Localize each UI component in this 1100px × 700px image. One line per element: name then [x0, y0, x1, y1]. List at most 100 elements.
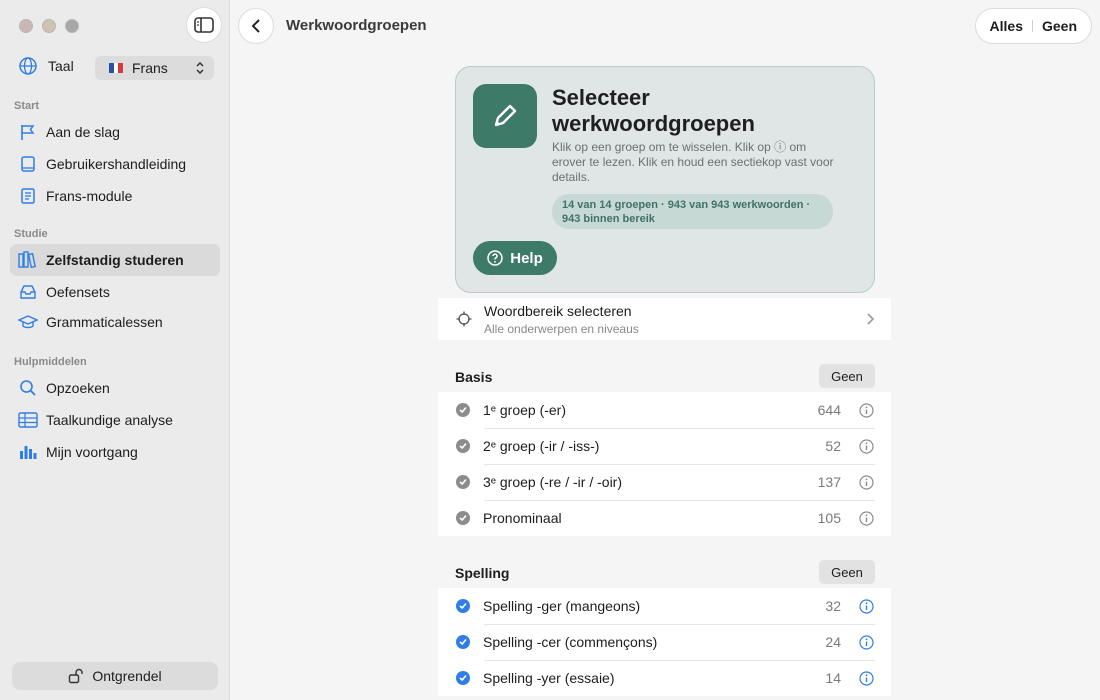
spelling-none-button[interactable]: Geen — [819, 560, 875, 584]
unlock-label: Ontgrendel — [92, 668, 162, 684]
verb-count: 32 — [825, 598, 841, 614]
group-label: 2ᵉ groep (-ir / -iss-) — [483, 438, 600, 454]
tray-icon — [18, 282, 38, 302]
intro-title: Selecteer werkwoordgroepen — [552, 85, 755, 136]
list-item[interactable]: 3ᵉ groep (-re / -ir / -oir) 137 — [438, 464, 891, 500]
document-icon — [18, 186, 38, 206]
verb-count: 14 — [825, 670, 841, 686]
sidebar-item-gebruikershandleiding[interactable]: Gebruikershandleiding — [10, 148, 220, 180]
verb-count: 24 — [825, 634, 841, 650]
language-select[interactable]: Frans — [95, 56, 214, 80]
basis-none-button[interactable]: Geen — [819, 364, 875, 388]
verb-count: 137 — [817, 474, 841, 490]
toggle-sidebar-button[interactable] — [186, 7, 222, 43]
group-label: Spelling -yer (essaie) — [483, 670, 615, 686]
globe-icon — [19, 57, 37, 75]
language-row: Taal — [18, 56, 74, 76]
zoom-window-button[interactable] — [65, 19, 79, 33]
chart-icon — [18, 442, 38, 462]
group-header-basis[interactable]: Basis — [455, 369, 492, 385]
select-all-button[interactable]: Alles — [984, 18, 1029, 34]
minimize-window-button[interactable] — [42, 19, 56, 33]
section-header-hulpmiddelen: Hulpmiddelen — [14, 356, 87, 368]
sidebar-item-taalkundige-analyse[interactable]: Taalkundige analyse — [10, 404, 220, 436]
language-value: Frans — [132, 60, 168, 76]
sidebar-item-label: Zelfstandig studeren — [46, 252, 184, 268]
verb-count: 52 — [825, 438, 841, 454]
chevron-right-icon — [867, 313, 875, 325]
select-none-button[interactable]: Geen — [1036, 18, 1083, 34]
search-icon — [18, 378, 38, 398]
sidebar-item-label: Taalkundige analyse — [46, 412, 173, 428]
list-item[interactable]: Pronominaal 105 — [438, 500, 891, 536]
list-item[interactable]: Spelling -ger (mangeons) 32 — [438, 588, 891, 624]
info-icon[interactable] — [859, 511, 874, 526]
check-circle-icon — [456, 439, 470, 453]
help-label: Help — [510, 249, 543, 267]
group-label: 3ᵉ groep (-re / -ir / -oir) — [483, 474, 623, 490]
info-icon[interactable] — [859, 671, 874, 686]
france-flag-icon — [109, 63, 124, 73]
sidebar-item-label: Mijn voortgang — [46, 444, 138, 460]
group-label: Spelling -cer (commençons) — [483, 634, 658, 650]
check-circle-icon — [456, 671, 470, 685]
check-circle-icon — [456, 403, 470, 417]
info-icon[interactable] — [859, 439, 874, 454]
info-icon[interactable] — [859, 403, 874, 418]
info-icon[interactable] — [859, 475, 874, 490]
check-circle-icon — [456, 475, 470, 489]
sidebar-item-frans-module[interactable]: Frans-module — [10, 180, 220, 212]
close-window-button[interactable] — [19, 19, 33, 33]
list-item[interactable]: Spelling -cer (commençons) 24 — [438, 624, 891, 660]
sidebar-item-label: Gebruikershandleiding — [46, 156, 187, 172]
sidebar-item-oefensets[interactable]: Oefensets — [10, 276, 220, 308]
group-label: 1ᵉ groep (-er) — [483, 402, 567, 418]
select-all-none-control: Alles Geen — [974, 8, 1092, 44]
check-circle-icon — [456, 635, 470, 649]
section-header-start: Start — [14, 100, 40, 112]
sidebar-item-label: Aan de slag — [46, 124, 120, 140]
group-header-spelling[interactable]: Spelling — [455, 565, 509, 581]
intro-card: Selecteer werkwoordgroepen Klik op een g… — [455, 66, 875, 293]
verb-count: 644 — [817, 402, 841, 418]
sidebar-item-label: Opzoeken — [46, 380, 110, 396]
basis-list: 1ᵉ groep (-er) 644 2ᵉ groep (-ir / -iss-… — [438, 392, 891, 536]
sidebar-item-zelfstandig-studeren[interactable]: Zelfstandig studeren — [10, 244, 220, 276]
word-range-subtitle: Alle onderwerpen en niveaus — [484, 322, 639, 336]
books-icon — [18, 250, 38, 270]
chevron-updown-icon — [196, 61, 204, 75]
sidebar-item-label: Oefensets — [46, 284, 110, 300]
sidebar-icon — [194, 17, 214, 33]
chevron-left-icon — [251, 19, 260, 33]
unlock-button[interactable]: Ontgrendel — [12, 662, 218, 690]
help-button[interactable]: Help — [473, 241, 557, 275]
group-label: Pronominaal — [483, 510, 562, 526]
book-icon — [18, 154, 38, 174]
sidebar-item-label: Frans-module — [46, 188, 133, 204]
sidebar-item-mijn-voortgang[interactable]: Mijn voortgang — [10, 436, 220, 468]
flag-icon — [18, 122, 38, 142]
list-item[interactable]: Spelling -yer (essaie) 14 — [438, 660, 891, 696]
check-circle-icon — [456, 511, 470, 525]
intro-description: Klik op een groep om te wisselen. Klik o… — [552, 140, 834, 184]
language-label: Taal — [48, 58, 74, 74]
selection-stats-badge: 14 van 14 groepen · 943 van 943 werkwoor… — [552, 194, 833, 229]
sidebar: Taal Frans Start Aan de slag Gebruikersh… — [0, 0, 230, 700]
group-label: Spelling -ger (mangeons) — [483, 598, 641, 614]
back-button[interactable] — [238, 8, 274, 44]
graduation-cap-icon — [18, 312, 38, 332]
info-icon[interactable] — [859, 635, 874, 650]
scope-icon — [456, 311, 472, 327]
spelling-list: Spelling -ger (mangeons) 32 Spelling -ce… — [438, 588, 891, 696]
list-item[interactable]: 2ᵉ groep (-ir / -iss-) 52 — [438, 428, 891, 464]
sidebar-item-aan-de-slag[interactable]: Aan de slag — [10, 116, 220, 148]
list-item[interactable]: 1ᵉ groep (-er) 644 — [438, 392, 891, 428]
info-icon[interactable] — [859, 599, 874, 614]
word-range-row[interactable]: Woordbereik selecteren Alle onderwerpen … — [438, 298, 891, 340]
sidebar-item-grammaticalessen[interactable]: Grammaticalessen — [10, 306, 220, 338]
sidebar-item-opzoeken[interactable]: Opzoeken — [10, 372, 220, 404]
page-title: Werkwoordgroepen — [286, 17, 427, 34]
word-range-title: Woordbereik selecteren — [484, 303, 632, 319]
lock-open-icon — [69, 668, 84, 684]
table-icon — [18, 410, 38, 430]
